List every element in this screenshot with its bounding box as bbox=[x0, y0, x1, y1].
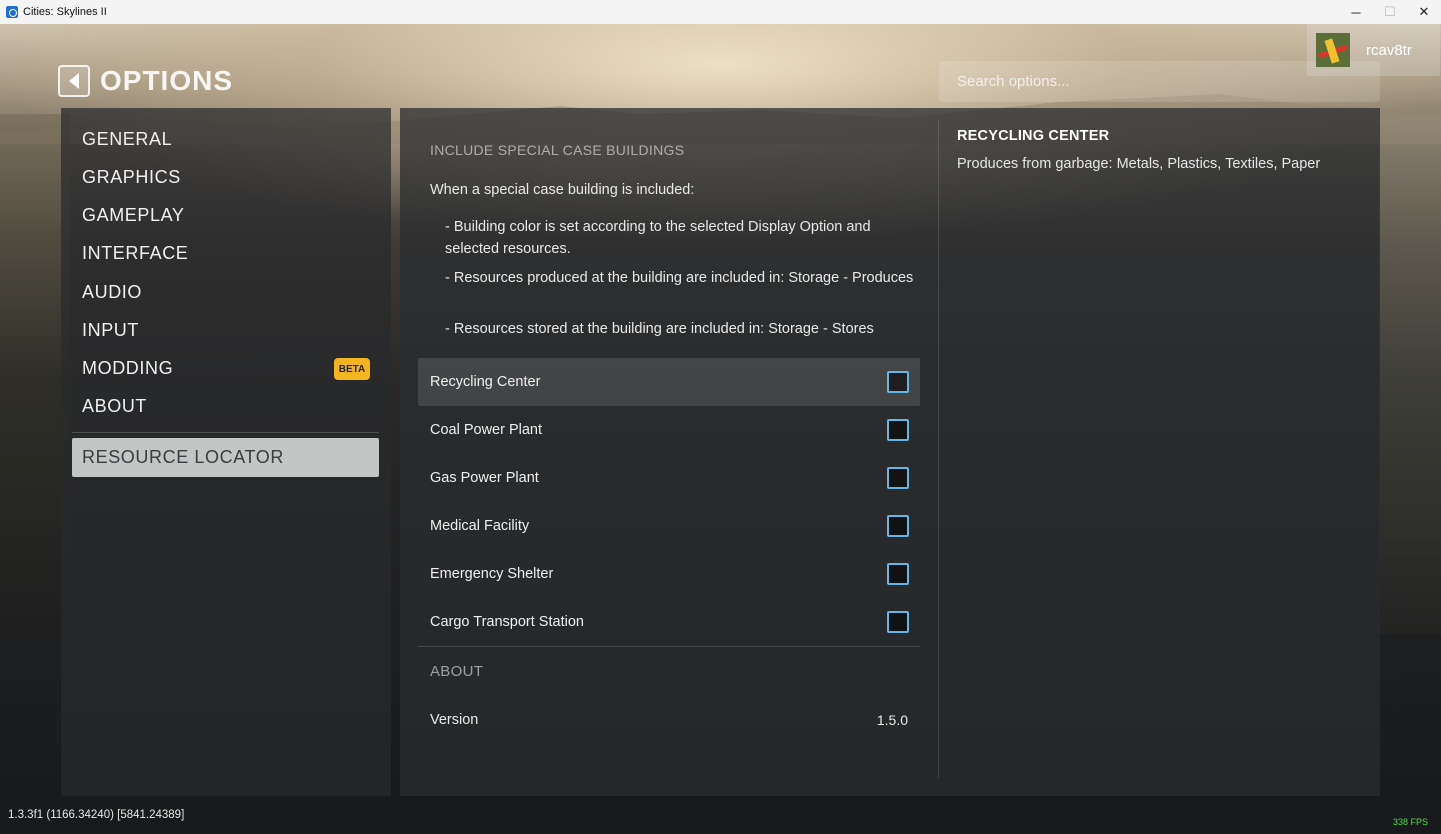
checkbox-coal-power-plant[interactable] bbox=[887, 419, 909, 441]
option-label: Cargo Transport Station bbox=[430, 614, 584, 630]
version-label: Version bbox=[430, 712, 479, 728]
nav-item-modding[interactable]: MODDING bbox=[82, 353, 173, 383]
fps-counter: 338 FPS bbox=[1392, 817, 1428, 827]
window-titlebar: Cities: Skylines II ─ ☐ ✕ bbox=[0, 0, 1441, 24]
search-input[interactable] bbox=[957, 73, 1297, 90]
maximize-button[interactable]: ☐ bbox=[1373, 0, 1407, 24]
window-controls: ─ ☐ ✕ bbox=[1339, 0, 1441, 24]
back-icon[interactable] bbox=[58, 65, 90, 97]
info-description: Produces from garbage: Metals, Plastics,… bbox=[957, 156, 1321, 172]
nav-item-about[interactable]: ABOUT bbox=[82, 391, 147, 421]
info-title: RECYCLING CENTER bbox=[957, 128, 1110, 144]
checkbox-emergency-shelter[interactable] bbox=[887, 563, 909, 585]
version-value: 1.5.0 bbox=[876, 712, 908, 728]
option-row-gas-power-plant[interactable]: Gas Power Plant bbox=[418, 454, 920, 502]
checkbox-gas-power-plant[interactable] bbox=[887, 467, 909, 489]
checkbox-cargo-transport-station[interactable] bbox=[887, 611, 909, 633]
window-title: Cities: Skylines II bbox=[23, 6, 107, 18]
nav-item-resource-locator[interactable]: RESOURCE LOCATOR bbox=[72, 438, 379, 477]
avatar bbox=[1316, 33, 1350, 67]
close-button[interactable]: ✕ bbox=[1407, 0, 1441, 24]
options-sidebar: GENERAL GRAPHICS GAMEPLAY INTERFACE AUDI… bbox=[61, 108, 391, 796]
option-row-cargo-transport-station[interactable]: Cargo Transport Station bbox=[418, 598, 920, 646]
option-row-medical-facility[interactable]: Medical Facility bbox=[418, 502, 920, 550]
nav-item-input[interactable]: INPUT bbox=[82, 315, 139, 345]
page-title: OPTIONS bbox=[100, 65, 234, 96]
option-label: Gas Power Plant bbox=[430, 470, 539, 486]
section-title-about: ABOUT bbox=[430, 663, 484, 680]
section-title-special-buildings: INCLUDE SPECIAL CASE BUILDINGS bbox=[430, 142, 685, 158]
app-icon bbox=[6, 6, 18, 18]
version-row: Version 1.5.0 bbox=[418, 696, 920, 744]
option-row-recycling-center[interactable]: Recycling Center bbox=[418, 358, 920, 406]
option-row-emergency-shelter[interactable]: Emergency Shelter bbox=[418, 550, 920, 598]
settings-panel: INCLUDE SPECIAL CASE BUILDINGS When a sp… bbox=[400, 108, 1380, 796]
nav-divider bbox=[72, 432, 379, 433]
description-bullet: - Resources produced at the building are… bbox=[445, 270, 914, 286]
nav-item-gameplay[interactable]: GAMEPLAY bbox=[82, 200, 185, 230]
description-intro: When a special case building is included… bbox=[430, 182, 695, 198]
build-version-info: 1.3.3f1 (1166.34240) [5841.24389] bbox=[8, 809, 185, 821]
option-label: Emergency Shelter bbox=[430, 566, 554, 582]
option-label: Medical Facility bbox=[430, 518, 530, 534]
options-header: OPTIONS bbox=[58, 64, 233, 98]
column-divider bbox=[938, 120, 939, 778]
city-skyline-right bbox=[1379, 114, 1441, 634]
minimize-button[interactable]: ─ bbox=[1339, 0, 1373, 24]
user-profile[interactable]: rcav8tr bbox=[1307, 24, 1440, 76]
nav-item-graphics[interactable]: GRAPHICS bbox=[82, 162, 181, 192]
nav-item-audio[interactable]: AUDIO bbox=[82, 277, 142, 307]
username: rcav8tr bbox=[1366, 41, 1412, 59]
checkbox-medical-facility[interactable] bbox=[887, 515, 909, 537]
section-divider bbox=[418, 646, 920, 647]
option-label: Coal Power Plant bbox=[430, 422, 543, 438]
beta-badge: BETA bbox=[334, 358, 370, 380]
city-skyline-left bbox=[0, 114, 70, 634]
nav-item-general[interactable]: GENERAL bbox=[82, 124, 172, 154]
checkbox-recycling-center[interactable] bbox=[887, 371, 909, 393]
option-row-coal-power-plant[interactable]: Coal Power Plant bbox=[418, 406, 920, 454]
option-label: Recycling Center bbox=[430, 374, 541, 390]
nav-item-interface[interactable]: INTERFACE bbox=[82, 238, 188, 268]
description-bullet: - Building color is set according to the… bbox=[445, 219, 871, 257]
description-bullet: - Resources stored at the building are i… bbox=[445, 321, 874, 337]
